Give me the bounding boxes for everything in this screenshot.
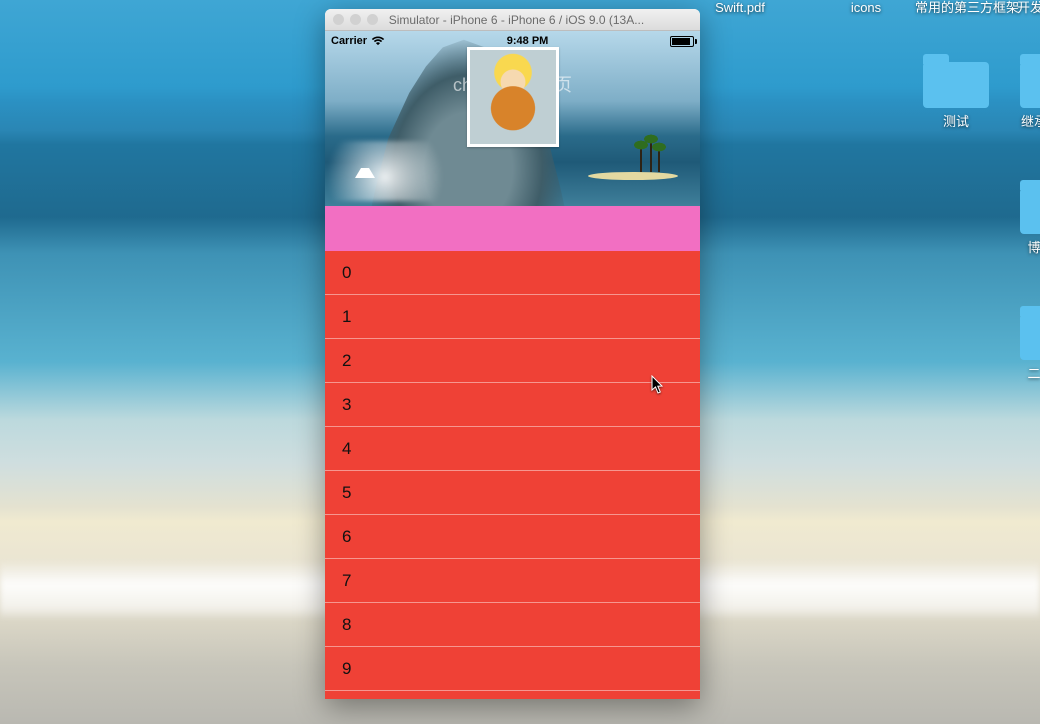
table-row[interactable]: 5 xyxy=(325,471,700,515)
table-row[interactable]: 9 xyxy=(325,647,700,691)
folder-label: 二 xyxy=(1014,366,1040,382)
table-row[interactable]: 4 xyxy=(325,427,700,471)
file-label: Swift.pdf xyxy=(700,0,780,16)
close-icon[interactable] xyxy=(333,14,344,25)
row-label: 3 xyxy=(342,395,351,414)
folder-icon xyxy=(1020,188,1040,234)
table-row[interactable]: 0 xyxy=(325,251,700,295)
table-row[interactable]: 3 xyxy=(325,383,700,427)
desktop-folder-dev[interactable]: 开发 xyxy=(1010,0,1040,16)
avatar[interactable] xyxy=(467,47,559,147)
desktop-folder-two[interactable]: 二 xyxy=(1014,314,1040,382)
row-label: 0 xyxy=(342,263,351,282)
island-graphic xyxy=(588,172,678,180)
water-splash xyxy=(325,141,475,201)
desktop-folder-test[interactable]: 测试 xyxy=(916,62,996,130)
battery-icon xyxy=(670,36,694,47)
status-time: 9:48 PM xyxy=(385,35,670,47)
table-row[interactable]: 8 xyxy=(325,603,700,647)
carrier-label: Carrier xyxy=(331,35,367,47)
palm-tree-icon xyxy=(640,146,642,172)
folder-label: 开发 xyxy=(1010,0,1040,16)
table-row[interactable]: 1 xyxy=(325,295,700,339)
table-rows-container[interactable]: 0 1 2 3 4 5 6 7 8 9 xyxy=(325,251,700,699)
table-row[interactable]: 2 xyxy=(325,339,700,383)
row-label: 5 xyxy=(342,483,351,502)
folder-label: 继承 xyxy=(1014,114,1040,130)
window-titlebar[interactable]: Simulator - iPhone 6 - iPhone 6 / iOS 9.… xyxy=(325,9,700,31)
desktop-folder-inherit[interactable]: 继承 xyxy=(1014,62,1040,130)
minimize-icon[interactable] xyxy=(350,14,361,25)
wifi-icon xyxy=(371,36,385,46)
folder-icon xyxy=(1020,314,1040,360)
desktop-background: Swift.pdf icons 常用的第三方框架 开发 测试 继承 博 二 Si… xyxy=(0,0,1040,724)
row-label: 6 xyxy=(342,527,351,546)
row-label: 8 xyxy=(342,615,351,634)
row-label: 9 xyxy=(342,659,351,678)
table-row[interactable]: 6 xyxy=(325,515,700,559)
folder-icon xyxy=(1020,62,1040,108)
folder-label: icons xyxy=(826,0,906,16)
simulated-phone-screen[interactable]: Carrier 9:48 PM chg的 xyxy=(325,31,700,699)
table-row[interactable]: 7 xyxy=(325,559,700,603)
row-label: 2 xyxy=(342,351,351,370)
folder-label: 测试 xyxy=(916,114,996,130)
folder-icon xyxy=(923,62,989,108)
zoom-icon[interactable] xyxy=(367,14,378,25)
row-label: 4 xyxy=(342,439,351,458)
window-title: Simulator - iPhone 6 - iPhone 6 / iOS 9.… xyxy=(386,13,647,27)
desktop-folder-thirdparty[interactable]: 常用的第三方框架 xyxy=(912,0,1022,16)
row-label: 1 xyxy=(342,307,351,326)
folder-label: 常用的第三方框架 xyxy=(912,0,1022,16)
table-section-header xyxy=(325,206,700,251)
avatar-image xyxy=(470,50,556,144)
traffic-lights[interactable] xyxy=(333,14,378,25)
mouse-cursor-icon xyxy=(651,375,665,395)
folder-label: 博 xyxy=(1014,240,1040,256)
desktop-file-swift-pdf[interactable]: Swift.pdf xyxy=(700,0,780,16)
palm-tree-icon xyxy=(658,148,660,172)
desktop-folder-icons[interactable]: icons xyxy=(826,0,906,16)
desktop-folder-blog[interactable]: 博 xyxy=(1014,188,1040,256)
row-label: 7 xyxy=(342,571,351,590)
simulator-window[interactable]: Simulator - iPhone 6 - iPhone 6 / iOS 9.… xyxy=(325,9,700,699)
